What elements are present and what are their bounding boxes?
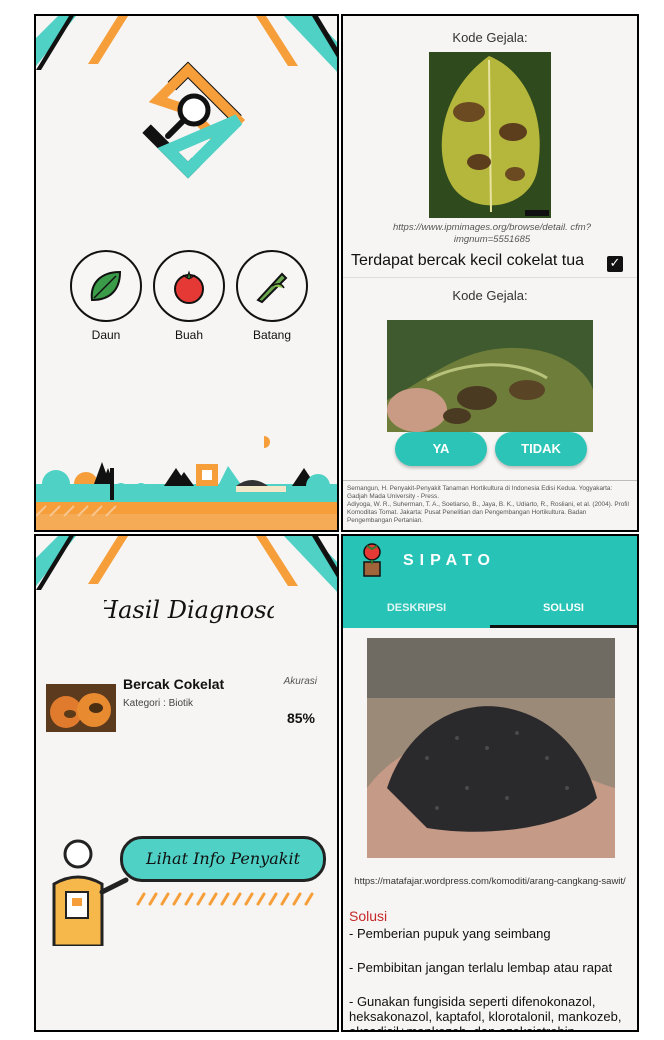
reference-item: Semangun, H. Penyakit-Penyakit Tanaman H…: [347, 485, 613, 500]
result-name[interactable]: Bercak Cokelat: [123, 676, 224, 692]
tab-indicator: [490, 625, 637, 628]
result-category: Kategori : Biotik: [123, 698, 194, 709]
image-source-caption: https://www.ipmimages.org/browse/detail.…: [393, 222, 591, 245]
menu-daun-label: Daun: [91, 328, 121, 342]
hasil-screen: Hasil Diagnosa Bercak Cokelat Kategori :…: [34, 534, 339, 1032]
dash-decoration: [136, 892, 314, 906]
hasil-title-text: Hasil Diagnosa: [104, 596, 274, 624]
charcoal-image: [367, 638, 615, 858]
symptom-leaf-image: [429, 52, 551, 218]
tab-deskripsi[interactable]: DESKRIPSI: [343, 596, 490, 628]
stem-icon: [236, 250, 308, 322]
accuracy-value: 85%: [286, 710, 315, 726]
accuracy-label: Akurasi: [283, 676, 317, 687]
symptom-row[interactable]: Terdapat bercak kecil cokelat tua ✓: [343, 248, 637, 278]
menu-batang[interactable]: Batang: [236, 250, 308, 342]
app-bar: SIPATO DESKRIPSI SOLUSI: [343, 536, 637, 628]
solusi-heading: Solusi: [349, 908, 388, 924]
solusi-item: - Pembibitan jangan terlalu lembap atau …: [349, 960, 613, 975]
home-screen: Daun Buah Batang: [34, 14, 339, 532]
solusi-item: - Gunakan fungisida seperti difenokonazo…: [349, 994, 622, 1032]
yes-button[interactable]: YA: [395, 432, 487, 466]
tab-solusi[interactable]: SOLUSI: [490, 596, 637, 628]
image-source-caption: https://matafajar.wordpress.com/komoditi…: [354, 876, 626, 887]
kode-gejala-label-2: Kode Gejala:: [452, 288, 528, 303]
references: Semangun, H. Penyakit-Penyakit Tanaman H…: [343, 480, 637, 530]
app-title: SIPATO: [403, 552, 496, 569]
page-title: Hasil Diagnosa: [104, 596, 274, 624]
kode-gejala-label-1: Kode Gejala:: [452, 30, 528, 45]
menu-buah-label: Buah: [174, 328, 204, 342]
reference-item: Adiyoga, W. R., Suherman, T. A., Soetiar…: [347, 501, 629, 524]
solusi-screen: SIPATO DESKRIPSI SOLUSI https://matafaja…: [341, 534, 639, 1032]
result-image: [46, 684, 116, 732]
gejala-screen: Kode Gejala: https://www.ipmimages.org/b…: [341, 14, 639, 532]
menu-buah[interactable]: Buah: [153, 250, 225, 342]
tomato-icon: [153, 250, 225, 322]
app-logo: [129, 61, 247, 179]
person-illustration: [52, 839, 129, 946]
solusi-item: - Pemberian pupuk yang seimbang: [349, 926, 551, 941]
tomato-plant-icon: [363, 543, 381, 577]
symptom-leaf-image-2: [387, 320, 593, 432]
info-penyakit-button[interactable]: Lihat Info Penyakit: [120, 836, 326, 882]
symptom-checkbox[interactable]: ✓: [607, 256, 623, 272]
menu-batang-label: Batang: [252, 328, 292, 342]
no-button[interactable]: TIDAK: [495, 432, 587, 466]
leaf-icon: [70, 250, 142, 322]
symptom-text: Terdapat bercak kecil cokelat tua: [351, 252, 585, 269]
menu-daun[interactable]: Daun: [70, 250, 142, 342]
